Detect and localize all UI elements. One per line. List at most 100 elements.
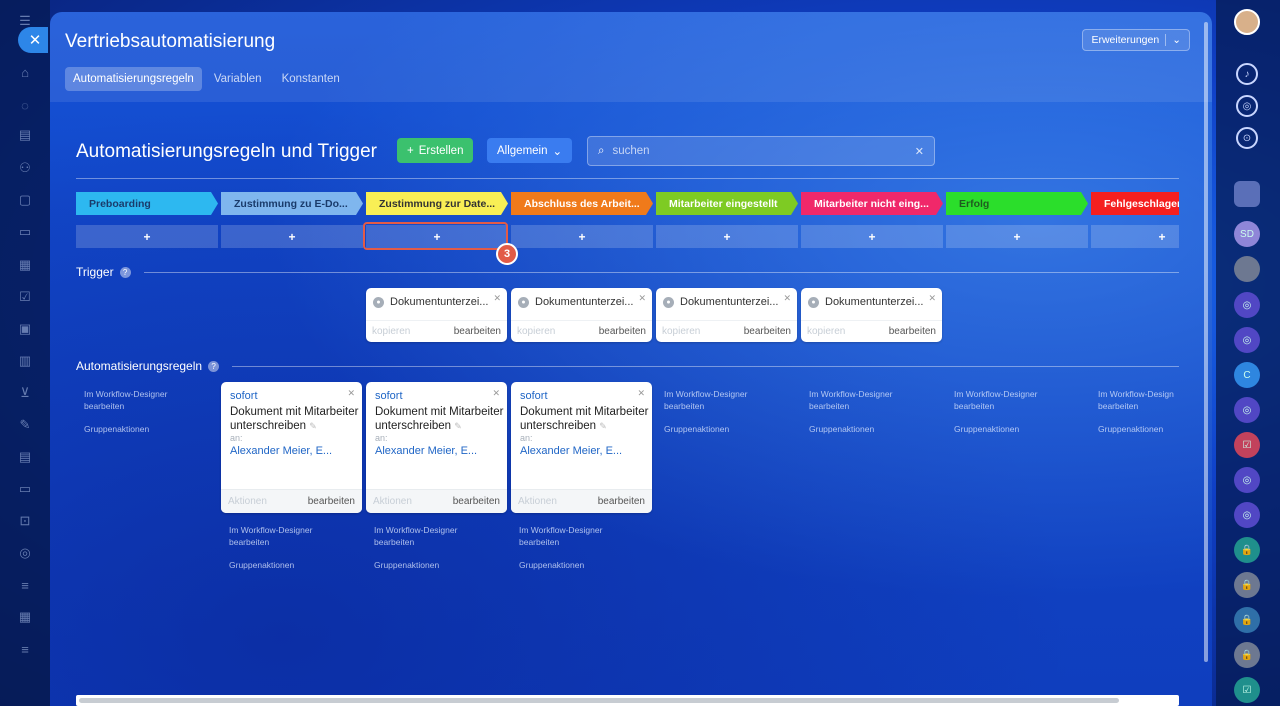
contact-avatar-c[interactable]: C xyxy=(1234,362,1260,388)
rule-card[interactable]: sofort ✕ Dokument mit Mitarbeiter unters… xyxy=(221,382,362,513)
user-avatar[interactable] xyxy=(1234,9,1260,35)
crm-icon[interactable]: ▭ xyxy=(14,221,36,243)
horizontal-scrollbar[interactable] xyxy=(76,695,1179,706)
group-actions-link[interactable]: Gruppenaktionen xyxy=(519,559,602,571)
group-actions-link[interactable]: Gruppenaktionen xyxy=(1098,423,1174,435)
close-slider-button[interactable]: ✕ xyxy=(18,27,48,53)
robot-icon[interactable]: ⊡ xyxy=(14,510,36,532)
copy-link[interactable]: kopieren xyxy=(807,326,845,337)
trigger-card[interactable]: ● Dokumentunterzei... ✕ kopieren bearbeit… xyxy=(656,288,797,342)
pencil-icon[interactable]: ✎ xyxy=(454,421,462,431)
rule-timing[interactable]: sofort xyxy=(520,390,548,402)
group-actions-link[interactable]: Gruppenaktionen xyxy=(84,423,167,435)
group-actions-link[interactable]: Gruppenaktionen xyxy=(809,423,892,435)
group-chat-icon[interactable]: ◎ xyxy=(1234,327,1260,353)
stage-header-employee-hired[interactable]: Mitarbeiter eingestellt xyxy=(656,192,798,215)
feed-icon[interactable]: ◌ xyxy=(14,94,36,116)
inventory-icon[interactable]: ▤ xyxy=(14,446,36,468)
help-icon[interactable]: ? xyxy=(208,360,220,372)
designer-link[interactable]: Im Workflow-Designer bearbeiten xyxy=(809,389,892,411)
tasks-icon[interactable]: ▤ xyxy=(14,124,36,146)
employees-icon[interactable]: ⚇ xyxy=(14,157,36,179)
calendar-icon[interactable]: ▦ xyxy=(14,254,36,276)
lock-icon[interactable]: 🔒 xyxy=(1234,607,1260,633)
pencil-icon[interactable]: ✎ xyxy=(599,421,607,431)
tasks-chat-icon[interactable]: ☑ xyxy=(1234,432,1260,458)
chat-search-icon[interactable]: ⊙ xyxy=(1236,127,1258,149)
group-chat-icon[interactable]: ◎ xyxy=(1234,397,1260,423)
tab-constants[interactable]: Konstanten xyxy=(274,67,348,91)
lock-icon[interactable]: 🔒 xyxy=(1234,572,1260,598)
recipient-link[interactable]: Alexander Meier, E... xyxy=(520,445,622,457)
add-rule-button[interactable]: + xyxy=(946,225,1088,248)
rule-card[interactable]: sofort ✕ Dokument mit Mitarbeiter unters… xyxy=(366,382,507,513)
stage-header-success[interactable]: Erfolg xyxy=(946,192,1088,215)
close-icon[interactable]: ✕ xyxy=(347,388,355,399)
designer-link[interactable]: Im Workflow-Designer bearbeiten xyxy=(374,525,457,547)
add-rule-button[interactable]: + xyxy=(656,225,798,248)
trigger-card[interactable]: ● Dokumentunterzei... ✕ kopieren bearbeit… xyxy=(801,288,942,342)
edit-link[interactable]: bearbeiten xyxy=(889,326,936,337)
extensions-button[interactable]: Erweiterungen ⌄ xyxy=(1082,29,1190,51)
cart-icon[interactable]: ⊻ xyxy=(14,382,36,404)
recipient-link[interactable]: Alexander Meier, E... xyxy=(375,445,477,457)
contact-avatar-2[interactable] xyxy=(1234,256,1260,282)
general-dropdown[interactable]: Allgemein ⌄ xyxy=(487,138,573,163)
actions-link[interactable]: Aktionen xyxy=(373,496,412,507)
search-input[interactable] xyxy=(612,145,907,157)
designer-link[interactable]: Im Workflow-Designer bearbeiten xyxy=(519,525,602,547)
close-icon[interactable]: ✕ xyxy=(783,293,791,304)
notifications-icon[interactable]: ♪ xyxy=(1236,63,1258,85)
group-actions-link[interactable]: Gruppenaktionen xyxy=(954,423,1037,435)
close-icon[interactable]: ✕ xyxy=(928,293,936,304)
checklist-icon[interactable]: ☑ xyxy=(14,286,36,308)
actions-link[interactable]: Aktionen xyxy=(518,496,557,507)
edit-link[interactable]: bearbeiten xyxy=(599,326,646,337)
designer-link[interactable]: Im Workflow-Designer bearbeiten xyxy=(954,389,1037,411)
tasks-chat-icon[interactable]: ☑ xyxy=(1234,677,1260,703)
group-chat-icon[interactable]: ◎ xyxy=(1234,502,1260,528)
edit-link[interactable]: bearbeiten xyxy=(744,326,791,337)
stage-header-failed[interactable]: Fehlgeschlagen xyxy=(1091,192,1179,215)
actions-link[interactable]: Aktionen xyxy=(228,496,267,507)
apps-icon[interactable]: ▦ xyxy=(14,606,36,628)
add-rule-button[interactable]: + xyxy=(221,225,363,248)
sign-icon[interactable]: ✎ xyxy=(14,414,36,436)
stage-header-preboarding[interactable]: Preboarding xyxy=(76,192,218,215)
group-actions-link[interactable]: Gruppenaktionen xyxy=(229,559,312,571)
chat-icon[interactable]: ▣ xyxy=(14,318,36,340)
pencil-icon[interactable]: ✎ xyxy=(309,421,317,431)
stage-header-e-doc-consent[interactable]: Zustimmung zu E-Do... xyxy=(221,192,363,215)
home-icon[interactable]: ⌂ xyxy=(14,61,36,83)
add-rule-button[interactable]: + xyxy=(1091,225,1179,248)
recipient-link[interactable]: Alexander Meier, E... xyxy=(230,445,332,457)
stage-header-employee-not-hired[interactable]: Mitarbeiter nicht eing... xyxy=(801,192,943,215)
rule-timing[interactable]: sofort xyxy=(230,390,258,402)
copy-link[interactable]: kopieren xyxy=(372,326,410,337)
vertical-scrollbar[interactable] xyxy=(1204,22,1208,662)
edit-link[interactable]: bearbeiten xyxy=(598,496,645,507)
trigger-card[interactable]: ● Dokumentunterzei... ✕ kopieren bearbeit… xyxy=(366,288,507,342)
copy-link[interactable]: kopieren xyxy=(662,326,700,337)
add-rule-button[interactable]: + xyxy=(801,225,943,248)
group-actions-link[interactable]: Gruppenaktionen xyxy=(664,423,747,435)
rule-timing[interactable]: sofort xyxy=(375,390,403,402)
copilot-icon[interactable]: ◎ xyxy=(1236,95,1258,117)
stage-header-contract-conclusion[interactable]: Abschluss des Arbeit... xyxy=(511,192,653,215)
rule-card[interactable]: sofort ✕ Dokument mit Mitarbeiter unters… xyxy=(511,382,652,513)
globe-icon[interactable]: ◎ xyxy=(14,542,36,564)
stage-header-data-consent[interactable]: Zustimmung zur Date... xyxy=(366,192,508,215)
close-icon[interactable]: ✕ xyxy=(638,293,646,304)
copy-link[interactable]: kopieren xyxy=(517,326,555,337)
edit-link[interactable]: bearbeiten xyxy=(308,496,355,507)
edit-link[interactable]: bearbeiten xyxy=(454,326,501,337)
designer-link[interactable]: Im Workflow-Designer bearbeiten xyxy=(664,389,747,411)
analytics-icon[interactable]: ▥ xyxy=(14,350,36,372)
designer-link[interactable]: Im Workflow-Design bearbeiten xyxy=(1098,389,1174,411)
close-icon[interactable]: ✕ xyxy=(493,293,501,304)
filter-icon[interactable]: ≡ xyxy=(14,574,36,596)
card-icon[interactable]: ▭ xyxy=(14,478,36,500)
trigger-card[interactable]: ● Dokumentunterzei... ✕ kopieren bearbeit… xyxy=(511,288,652,342)
help-icon[interactable]: ? xyxy=(119,266,131,278)
scrollbar-thumb[interactable] xyxy=(79,698,1119,703)
